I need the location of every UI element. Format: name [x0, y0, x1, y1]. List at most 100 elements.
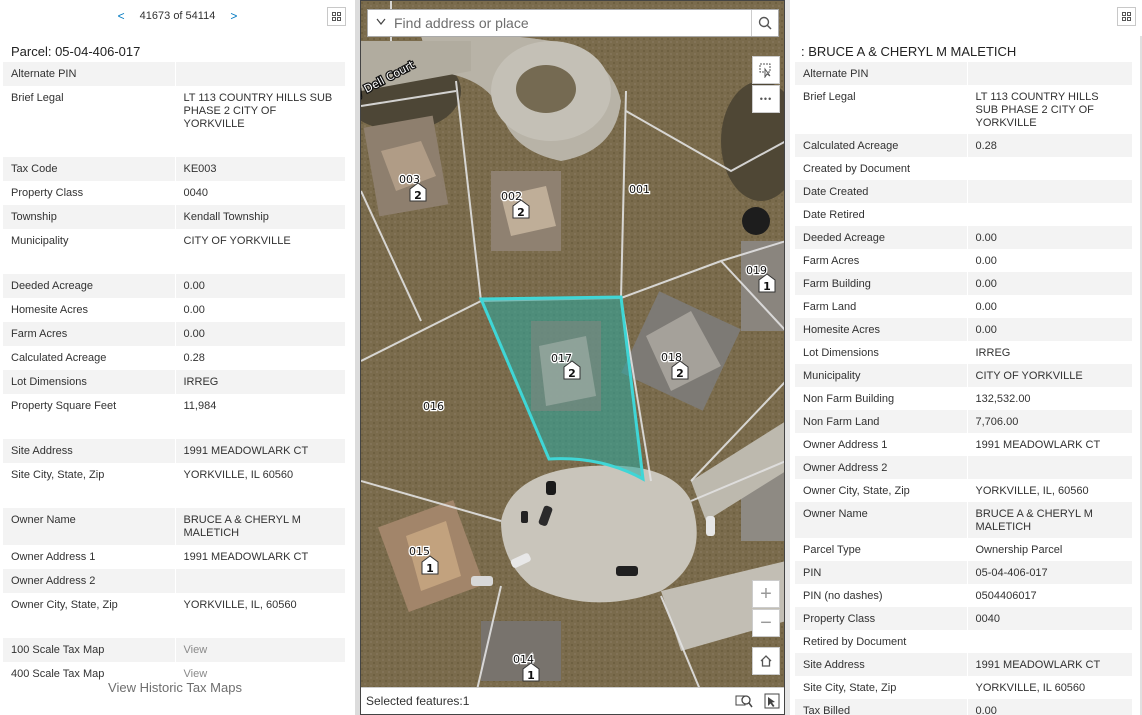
table-row: Site City, State, Zip YORKVILLE, IL 60560 [3, 463, 345, 487]
attr-key: PIN [795, 561, 968, 584]
attr-key: Deeded Acreage [3, 274, 176, 298]
attr-key: Site Address [3, 439, 176, 463]
attr-key: Lot Dimensions [795, 341, 968, 364]
attr-key: Site City, State, Zip [3, 463, 176, 487]
chevron-down-icon [376, 18, 386, 25]
attr-key: Municipality [795, 364, 968, 387]
search-button[interactable] [751, 10, 778, 36]
table-row: Municipality CITY OF YORKVILLE [795, 364, 1132, 387]
table-row: Owner Address 2 [795, 456, 1132, 479]
table-row: Parcel Type Ownership Parcel [795, 538, 1132, 561]
table-row: 100 Scale Tax Map View [3, 638, 345, 662]
attr-value: 132,532.00 [975, 393, 1031, 405]
attr-value: IRREG [975, 347, 1011, 359]
table-row: Owner Address 1 1991 MEADOWLARK CT [3, 545, 345, 569]
zoom-to-selection-button[interactable] [730, 689, 758, 713]
attr-value: BRUCE A & CHERYL M MALETICH [175, 508, 345, 545]
table-row: Site Address 1991 MEADOWLARK CT [795, 653, 1132, 676]
plus-icon: + [760, 582, 772, 605]
table-row: Deeded Acreage 0.00 [3, 274, 345, 298]
table-row: Homesite Acres 0.00 [795, 318, 1132, 341]
attr-value [967, 157, 1132, 180]
table-row: Alternate PIN [3, 62, 345, 86]
parcel-attribute-table: Alternate PIN Brief Legal LT 113 COUNTRY … [3, 62, 345, 686]
previous-feature-button[interactable]: < [106, 9, 137, 23]
table-row: Deeded Acreage 0.00 [795, 226, 1132, 249]
search-source-dropdown[interactable] [368, 18, 394, 29]
table-row: Farm Land 0.00 [795, 295, 1132, 318]
attr-value [967, 630, 1132, 653]
zoom-out-button[interactable]: − [752, 609, 780, 637]
view-100-scale-map-link[interactable]: View [175, 638, 345, 662]
map-view[interactable]: y Dell Court 003 002 001 019 017 018 016… [360, 0, 785, 715]
attr-key: PIN (no dashes) [795, 584, 968, 607]
attr-key: Alternate PIN [3, 62, 176, 86]
owner-attribute-table: Alternate PIN Brief Legal LT 113 COUNTRY … [795, 62, 1132, 715]
parcel-label: 015 [409, 545, 430, 558]
table-row: Tax Billed 0.00 [795, 699, 1132, 715]
attr-value: 0.00 [967, 699, 1132, 715]
zoom-in-button[interactable]: + [752, 580, 780, 608]
attr-key: Owner City, State, Zip [3, 593, 176, 617]
attr-key: Owner Address 1 [3, 545, 176, 569]
more-tools-button[interactable]: ••• [752, 85, 780, 113]
attr-value: LT 113 COUNTRY HILLS SUB PHASE 2 CITY OF… [975, 91, 1099, 129]
attr-value: 0.00 [975, 301, 997, 313]
layout-toggle-button[interactable] [327, 7, 346, 26]
pager-count: 41673 of 54114 [139, 10, 216, 22]
attr-key: Brief Legal [3, 86, 176, 136]
attr-value: YORKVILLE, IL, 60560 [183, 599, 297, 611]
zoom-to-selection-icon [735, 695, 753, 708]
attr-key: Township [3, 205, 176, 229]
attr-value: 0.00 [967, 272, 1132, 295]
attr-value: YORKVILLE, IL, 60560 [975, 485, 1089, 497]
feature-pager: < 41673 of 54114 > [0, 9, 355, 23]
search-icon [758, 16, 772, 30]
table-row: Homesite Acres 0.00 [3, 298, 345, 322]
attr-value: 0.00 [967, 318, 1132, 341]
attr-value: IRREG [175, 370, 345, 394]
attr-key: Calculated Acreage [3, 346, 176, 370]
svg-text:2: 2 [414, 189, 422, 202]
table-row: Property Square Feet 11,984 [3, 394, 345, 418]
table-row: Owner Address 1 1991 MEADOWLARK CT [795, 433, 1132, 456]
table-row: Owner Name BRUCE A & CHERYL M MALETICH [3, 508, 345, 545]
attr-key: Date Created [795, 180, 968, 203]
attr-key: Farm Land [795, 295, 968, 318]
attr-value: YORKVILLE, IL 60560 [183, 469, 294, 481]
table-row: Township Kendall Township [3, 205, 345, 229]
owner-details-panel: : BRUCE A & CHERYL M MALETICH Alternate … [790, 0, 1142, 715]
select-features-button[interactable] [752, 56, 780, 84]
table-row: Calculated Acreage 0.28 [3, 346, 345, 370]
clear-selection-button[interactable] [758, 689, 784, 713]
table-row: Non Farm Land 7,706.00 [795, 410, 1132, 433]
attr-key: Homesite Acres [795, 318, 968, 341]
attr-value: 0.00 [175, 322, 345, 346]
attr-key: Property Square Feet [3, 394, 176, 418]
table-row: Property Class 0040 [795, 607, 1132, 630]
attr-key: Municipality [3, 229, 176, 253]
attr-value: Ownership Parcel [975, 544, 1063, 556]
attr-key: Date Retired [795, 203, 968, 226]
svg-text:2: 2 [568, 367, 576, 380]
attr-key: Farm Acres [3, 322, 176, 346]
next-feature-button[interactable]: > [218, 9, 249, 23]
attr-value: 05-04-406-017 [967, 561, 1132, 584]
attr-value: Kendall Township [175, 205, 345, 229]
grid-icon [332, 12, 341, 21]
attr-value: BRUCE A & CHERYL M MALETICH [967, 502, 1132, 538]
aerial-imagery: y Dell Court 003 002 001 019 017 018 016… [361, 1, 784, 714]
home-button[interactable] [752, 647, 780, 675]
attr-key: Retired by Document [795, 630, 968, 653]
attr-key: Property Class [3, 181, 176, 205]
attr-key: Owner Address 2 [3, 569, 176, 593]
layout-toggle-button[interactable] [1117, 7, 1136, 26]
table-row: Tax Code KE003 [3, 157, 345, 181]
parcel-label: 019 [746, 264, 767, 277]
panel-title: Parcel: 05-04-406-017 [11, 44, 141, 59]
view-historic-tax-maps-link[interactable]: View Historic Tax Maps [0, 680, 350, 695]
clear-selection-icon [764, 693, 780, 709]
attr-key: Tax Billed [795, 699, 968, 715]
search-input[interactable] [394, 11, 751, 35]
attr-value: 11,984 [183, 400, 217, 412]
